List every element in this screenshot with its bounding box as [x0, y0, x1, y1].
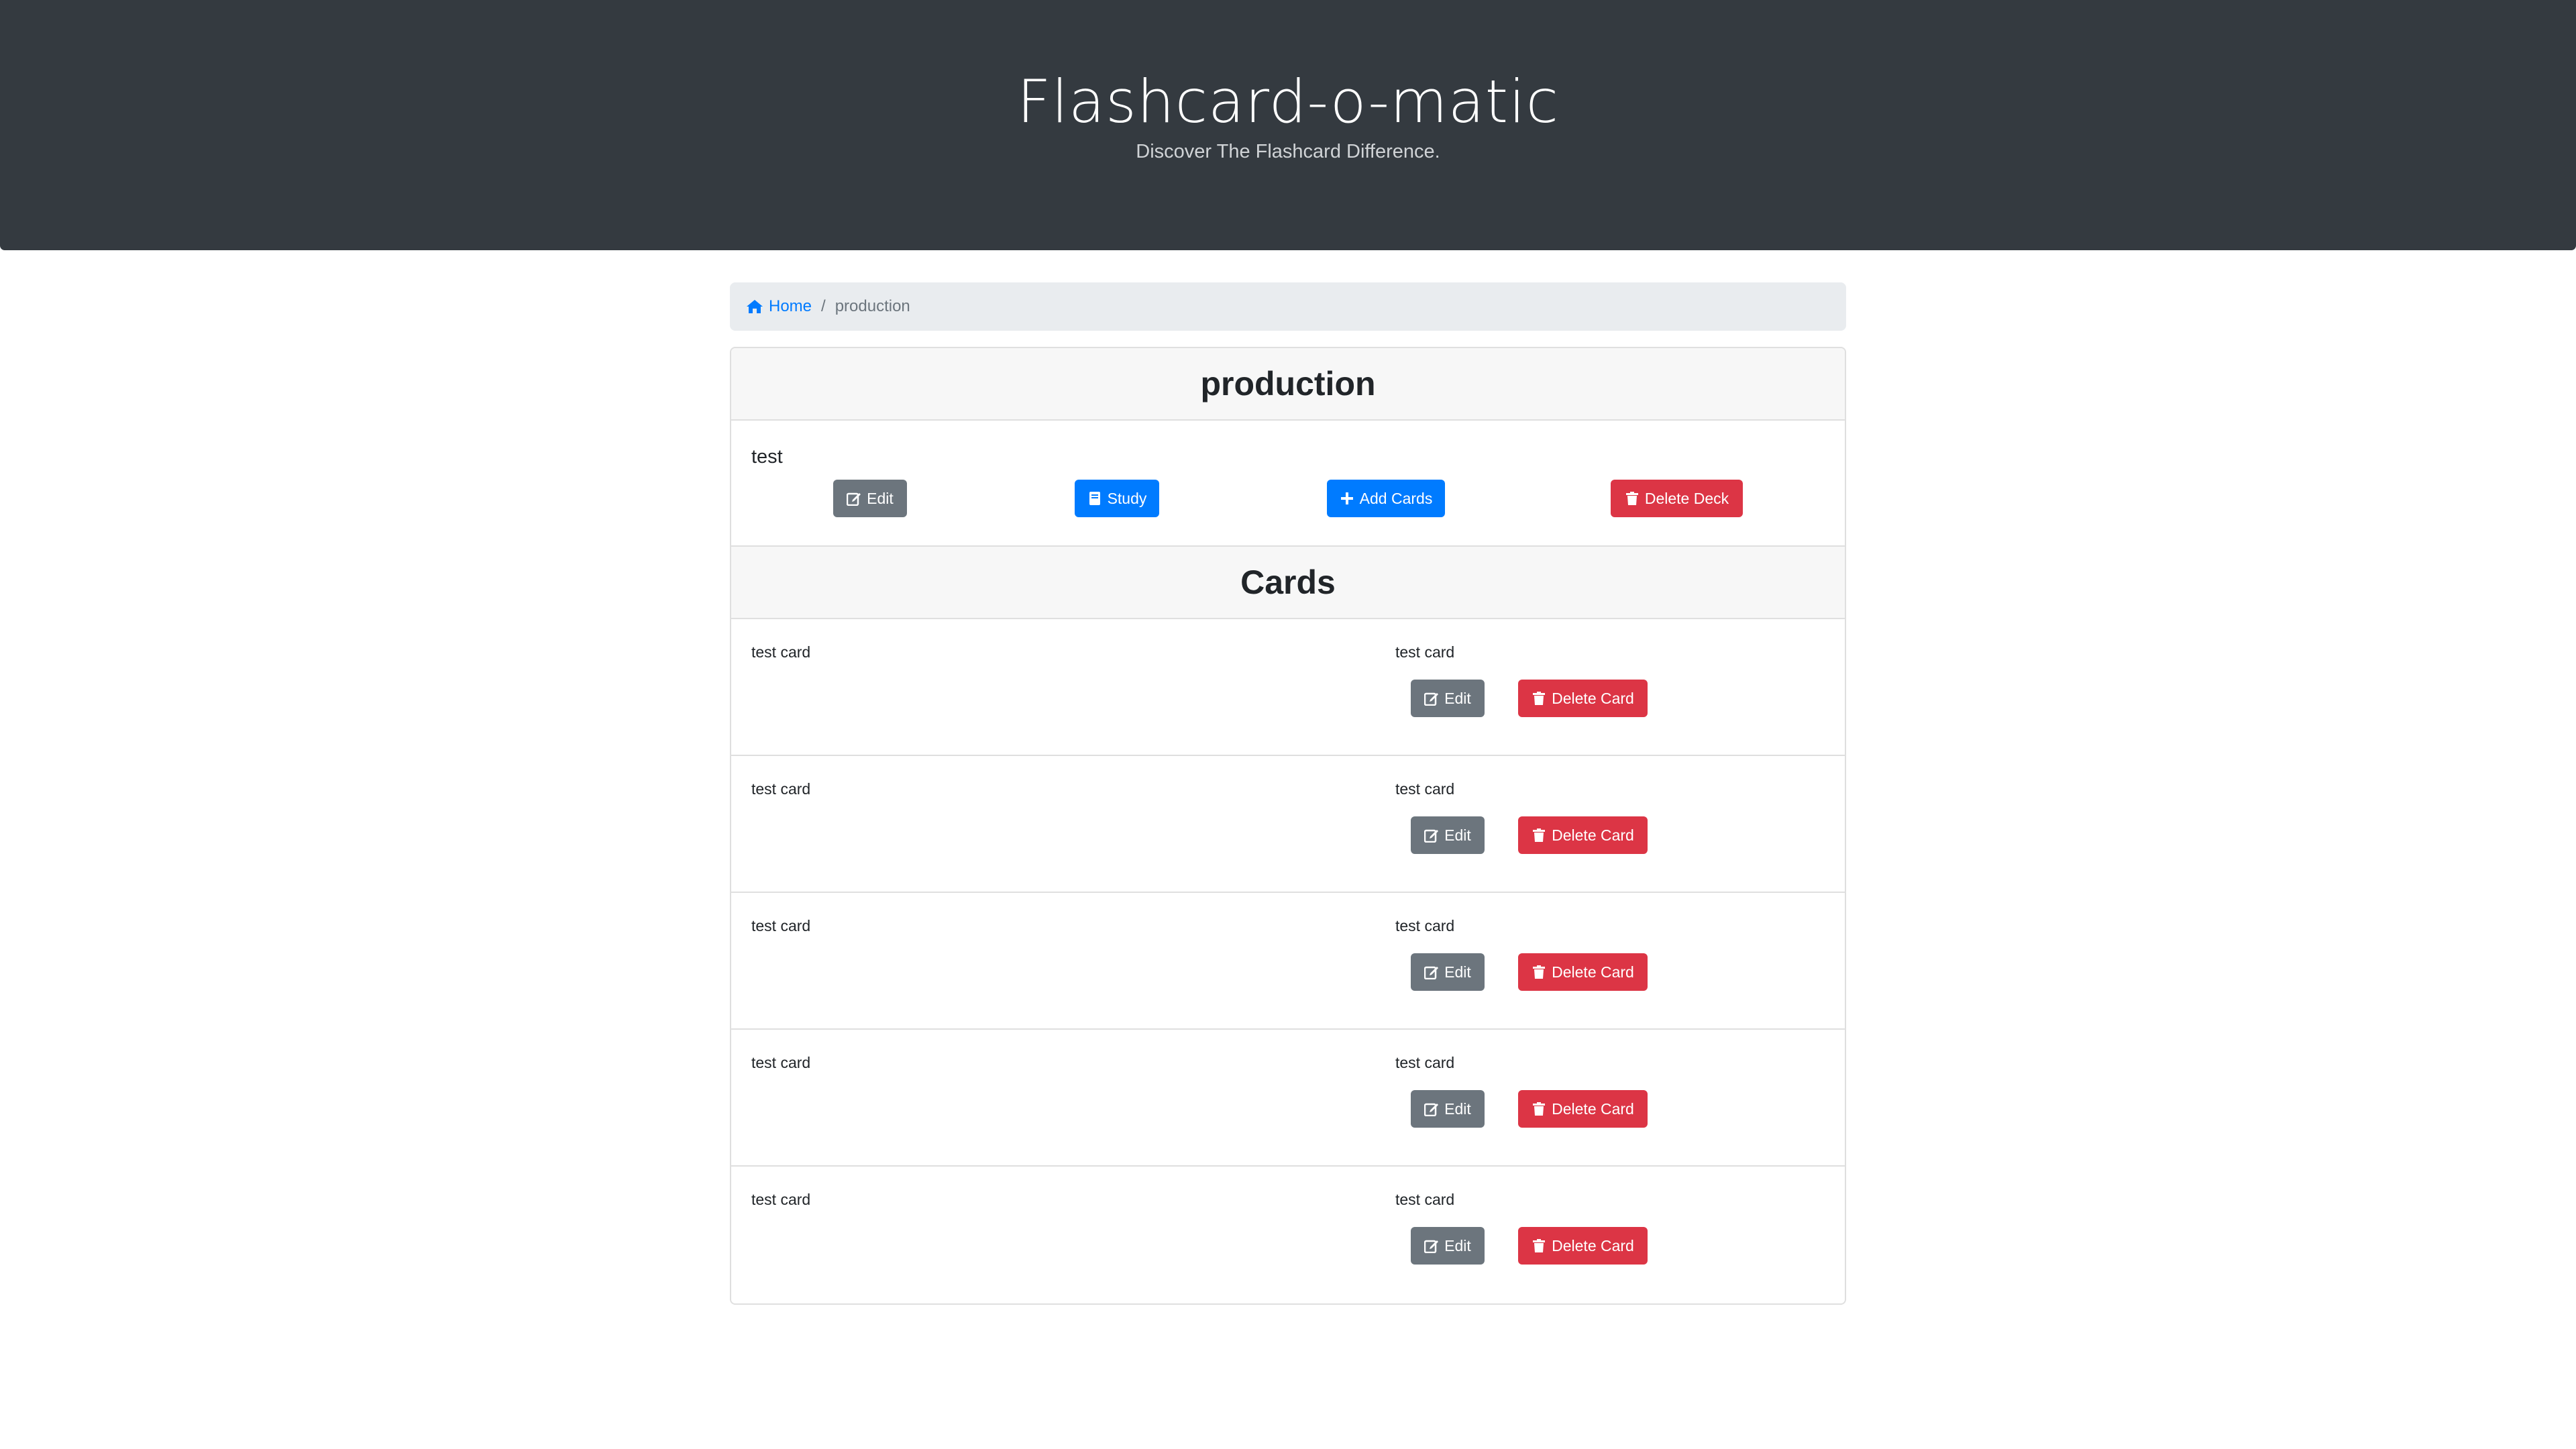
breadcrumb: Home / production — [730, 282, 1846, 331]
edit-card-button[interactable]: Edit — [1411, 1090, 1485, 1128]
deck-card: production test Edit Study Add Cards Del… — [730, 347, 1846, 1305]
trash-icon — [1533, 1239, 1546, 1252]
card-row: test card test card Edit Delete Card — [731, 1030, 1845, 1167]
edit-card-button[interactable]: Edit — [1411, 953, 1485, 991]
card-list: test card test card Edit Delete Card tes… — [731, 619, 1845, 1303]
plus-icon — [1340, 492, 1353, 504]
delete-deck-label: Delete Deck — [1644, 489, 1729, 507]
delete-card-label: Delete Card — [1552, 826, 1634, 844]
delete-card-button[interactable]: Delete Card — [1518, 1090, 1648, 1128]
app-title: Flashcard-o-matic — [1016, 67, 1559, 136]
study-button[interactable]: Study — [1075, 480, 1159, 517]
card-front: test card — [751, 780, 811, 798]
delete-card-label: Delete Card — [1552, 1236, 1634, 1254]
breadcrumb-home-link[interactable]: Home — [746, 297, 812, 316]
page-header: Flashcard-o-matic Discover The Flashcard… — [0, 0, 2576, 250]
edit-deck-label: Edit — [867, 489, 894, 507]
edit-card-label: Edit — [1444, 963, 1471, 981]
card-front: test card — [751, 917, 811, 934]
edit-card-label: Edit — [1444, 1236, 1471, 1254]
card-front: test card — [751, 1054, 811, 1071]
card-front: test card — [751, 643, 811, 661]
edit-icon — [1424, 829, 1439, 843]
delete-card-button[interactable]: Delete Card — [1518, 953, 1648, 991]
card-row: test card test card Edit Delete Card — [731, 756, 1845, 893]
app-subtitle: Discover The Flashcard Difference. — [1136, 141, 1440, 162]
edit-icon — [1424, 1240, 1439, 1253]
edit-icon — [1424, 966, 1439, 979]
cards-section-title: Cards — [731, 545, 1845, 619]
card-front: test card — [751, 1191, 811, 1208]
edit-card-label: Edit — [1444, 689, 1471, 707]
trash-icon — [1533, 1102, 1546, 1116]
breadcrumb-current: production — [835, 297, 910, 315]
edit-card-label: Edit — [1444, 826, 1471, 844]
edit-icon — [1424, 1103, 1439, 1116]
card-back: test card — [1395, 780, 1455, 798]
card-row: test card test card Edit Delete Card — [731, 893, 1845, 1030]
card-back: test card — [1395, 1054, 1455, 1071]
card-back: test card — [1395, 1191, 1455, 1208]
add-cards-button[interactable]: Add Cards — [1327, 480, 1445, 517]
book-icon — [1089, 492, 1100, 505]
trash-icon — [1533, 828, 1546, 842]
delete-card-button[interactable]: Delete Card — [1518, 1227, 1648, 1265]
delete-deck-button[interactable]: Delete Deck — [1611, 480, 1743, 517]
deck-title: production — [731, 348, 1845, 421]
delete-card-label: Delete Card — [1552, 1099, 1634, 1118]
breadcrumb-home-label: Home — [769, 297, 812, 315]
delete-card-label: Delete Card — [1552, 963, 1634, 981]
edit-deck-button[interactable]: Edit — [833, 480, 907, 517]
card-back: test card — [1395, 643, 1455, 661]
edit-icon — [847, 492, 861, 506]
trash-icon — [1625, 492, 1638, 505]
delete-card-button[interactable]: Delete Card — [1518, 816, 1648, 854]
edit-card-button[interactable]: Edit — [1411, 1227, 1485, 1265]
edit-card-button[interactable]: Edit — [1411, 816, 1485, 854]
delete-card-label: Delete Card — [1552, 689, 1634, 707]
main-container: Home / production production test Edit S… — [730, 282, 1846, 1305]
breadcrumb-separator: / — [821, 297, 826, 315]
delete-card-button[interactable]: Delete Card — [1518, 680, 1648, 717]
deck-description: test — [751, 446, 783, 468]
edit-card-button[interactable]: Edit — [1411, 680, 1485, 717]
edit-card-label: Edit — [1444, 1099, 1471, 1118]
add-cards-label: Add Cards — [1359, 489, 1433, 507]
trash-icon — [1533, 965, 1546, 979]
study-label: Study — [1107, 489, 1147, 507]
trash-icon — [1533, 692, 1546, 705]
card-row: test card test card Edit Delete Card — [731, 1167, 1845, 1303]
home-icon — [747, 300, 763, 313]
card-back: test card — [1395, 917, 1455, 934]
edit-icon — [1424, 692, 1439, 706]
card-row: test card test card Edit Delete Card — [731, 619, 1845, 756]
deck-body: test Edit Study Add Cards Delete Deck — [731, 421, 1845, 545]
